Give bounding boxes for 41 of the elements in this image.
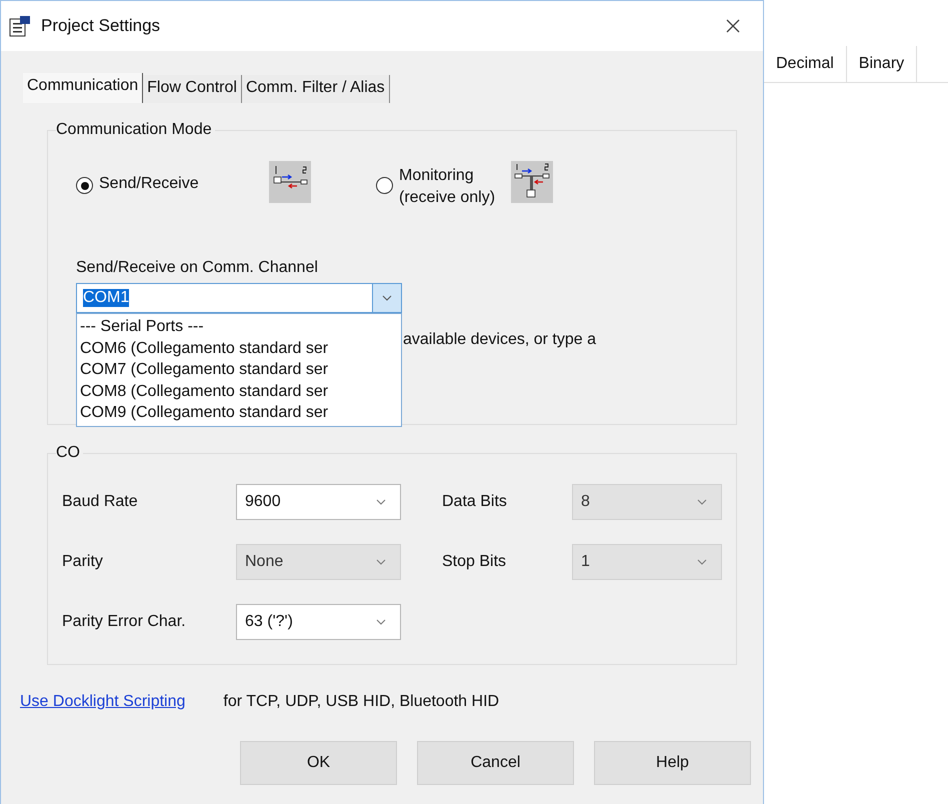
close-icon[interactable] — [725, 18, 741, 34]
radio-button[interactable] — [376, 177, 393, 194]
dropdown-option[interactable]: COM9 (Collegamento standard ser — [77, 402, 401, 424]
dropdown-option[interactable]: COM7 (Collegamento standard ser — [77, 359, 401, 380]
dropdown-option[interactable]: --- Serial Ports --- — [77, 316, 401, 338]
column-header[interactable]: Binary — [846, 46, 918, 82]
combobox[interactable]: 63 ('?') — [236, 604, 401, 640]
field-label: Baud Rate — [62, 493, 139, 511]
column-header[interactable]: Decimal — [764, 46, 847, 82]
field-label: Parity Error Char. — [62, 613, 187, 631]
chevron-down-icon — [376, 559, 386, 565]
radio-label[interactable]: Send/Receive — [99, 173, 199, 195]
selected-text: COM1 — [83, 289, 130, 307]
radio-label[interactable]: Monitoring (receive only) — [399, 165, 496, 209]
tab[interactable]: Communication — [23, 73, 144, 103]
hint-text: available devices, or type a — [403, 331, 596, 349]
chevron-down-icon — [376, 499, 386, 505]
tab[interactable]: Flow Control — [143, 75, 242, 103]
radio-button[interactable] — [76, 177, 93, 194]
chevron-down-icon — [697, 559, 707, 565]
combobox[interactable]: 9600 — [236, 484, 401, 520]
tab[interactable]: Comm. Filter / Alias — [242, 75, 390, 103]
scripting-note: for TCP, UDP, USB HID, Bluetooth HID — [223, 693, 500, 711]
field-label: Stop Bits — [442, 553, 508, 571]
dropdown-option[interactable]: COM8 (Collegamento standard ser — [77, 380, 401, 402]
channel-combobox[interactable]: COM1 — [76, 283, 402, 313]
field-label: Parity — [62, 553, 104, 571]
field-label: Send/Receive on Comm. Channel — [76, 259, 319, 277]
dialog-button[interactable]: Cancel — [417, 741, 574, 785]
point-to-point-icon — [268, 161, 311, 203]
tee-connection-icon — [511, 161, 554, 203]
window-title: Project Settings — [41, 16, 160, 36]
chevron-down-icon — [697, 499, 707, 505]
dialog-button[interactable]: OK — [240, 741, 397, 785]
scripting-link[interactable]: Use Docklight Scripting — [20, 693, 186, 711]
document-icon — [9, 15, 31, 37]
chevron-down-icon — [382, 295, 392, 301]
dropdown-option[interactable]: COM6 (Collegamento standard ser — [77, 338, 401, 359]
field-label: Data Bits — [442, 493, 508, 511]
dialog-button[interactable]: Help — [594, 741, 751, 785]
chevron-down-icon — [376, 619, 386, 625]
